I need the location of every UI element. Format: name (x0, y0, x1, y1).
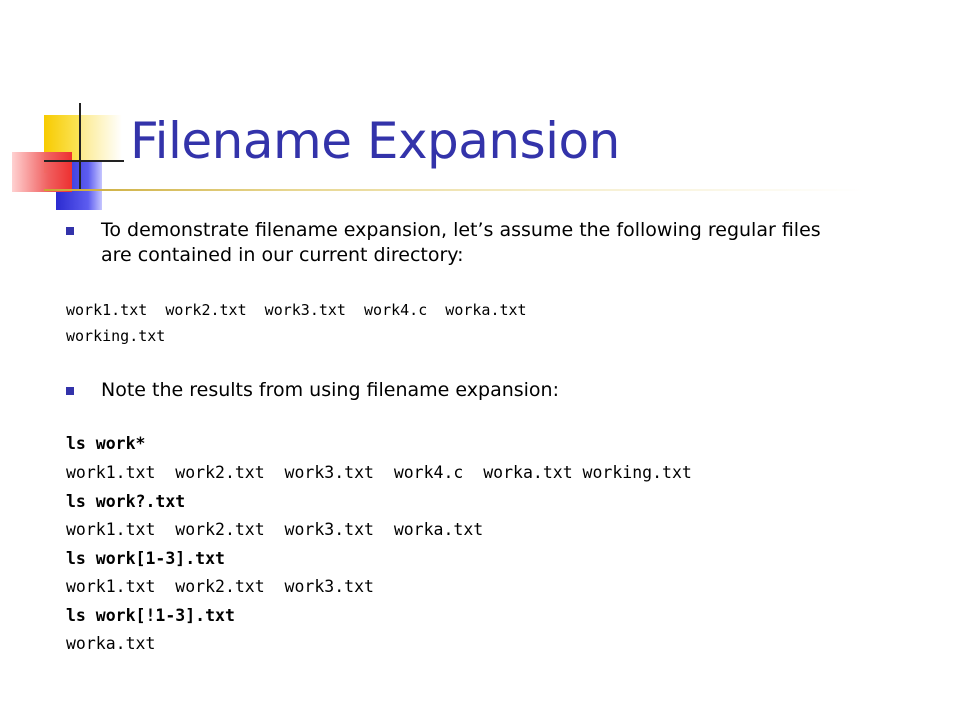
horizontal-rule (44, 160, 124, 162)
bullet-intro-line-2: are contained in our current directory: (101, 244, 464, 266)
command-output: work1.txt work2.txt work3.txt (66, 577, 374, 596)
command-line: ls work?.txt (66, 492, 186, 511)
slide-title: Filename Expansion (130, 112, 620, 170)
command-line: ls work* (66, 434, 146, 453)
command-line: ls work[1-3].txt (66, 549, 225, 568)
command-output: worka.txt (66, 634, 156, 653)
yellow-fade-square (80, 115, 122, 161)
command-line: ls work[!1-3].txt (66, 606, 235, 625)
file-list-line-1: work1.txt work2.txt work3.txt work4.c wo… (66, 301, 527, 319)
bullet-square-icon (66, 227, 74, 235)
file-list-line-2: working.txt (66, 327, 166, 345)
red-gradient-bar (12, 152, 72, 192)
title-decoration (0, 0, 140, 220)
bullet-intro-line-1: To demonstrate filename expansion, let’s… (101, 219, 821, 241)
title-underline (44, 189, 864, 191)
command-output: work1.txt work2.txt work3.txt work4.c wo… (66, 463, 692, 482)
bullet-square-icon (66, 387, 74, 395)
bullet-results: Note the results from using filename exp… (66, 378, 896, 403)
bullet-results-line-1: Note the results from using filename exp… (101, 379, 559, 401)
bullet-intro: To demonstrate filename expansion, let’s… (66, 218, 896, 268)
command-output: work1.txt work2.txt work3.txt worka.txt (66, 520, 484, 539)
vertical-rule (79, 103, 81, 189)
